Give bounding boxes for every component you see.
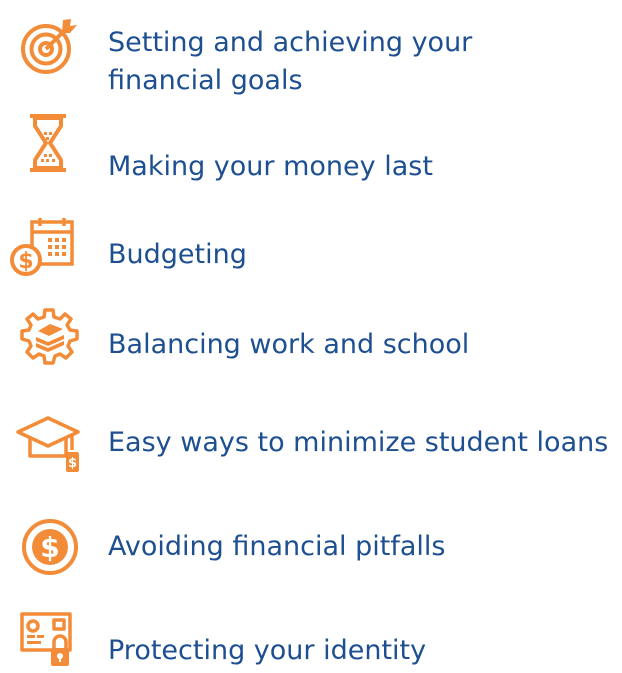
- topic-label: financial goals: [108, 65, 303, 96]
- id-card-lock-icon: [8, 608, 88, 670]
- graduation-cap-dollar-icon: $: [8, 412, 88, 474]
- topic-label: Balancing work and school: [108, 329, 470, 360]
- svg-text:$: $: [68, 456, 77, 471]
- gear-books-icon: [8, 308, 88, 370]
- topic-label: Easy ways to minimize student loans: [108, 427, 609, 458]
- topic-label: Setting and achieving your: [108, 27, 473, 58]
- topic-label: Making your money last: [108, 151, 433, 182]
- topic-protecting-identity: Protecting your identity: [0, 606, 622, 673]
- dollar-circle-icon: $: [8, 516, 88, 578]
- hourglass-icon: [8, 112, 88, 174]
- topic-minimize-student-loans: $ Easy ways to minimize student loans: [0, 404, 622, 484]
- target-icon: [8, 16, 88, 78]
- calendar-dollar-icon: $: [8, 216, 88, 278]
- topic-label: Avoiding financial pitfalls: [108, 531, 446, 562]
- topic-avoiding-pitfalls: $ Avoiding financial pitfalls: [0, 512, 622, 584]
- topic-label: Protecting your identity: [108, 635, 427, 666]
- svg-text:$: $: [40, 531, 59, 564]
- topic-financial-goals: Setting and achieving your financial goa…: [0, 6, 622, 98]
- topic-balancing-work-school: Balancing work and school: [0, 304, 622, 376]
- svg-text:$: $: [18, 249, 33, 274]
- topics-list: Setting and achieving your financial goa…: [0, 0, 622, 673]
- topic-label: Budgeting: [108, 239, 247, 270]
- topic-budgeting: $ Budgeting: [0, 212, 622, 282]
- topic-making-money-last: Making your money last: [0, 112, 622, 182]
